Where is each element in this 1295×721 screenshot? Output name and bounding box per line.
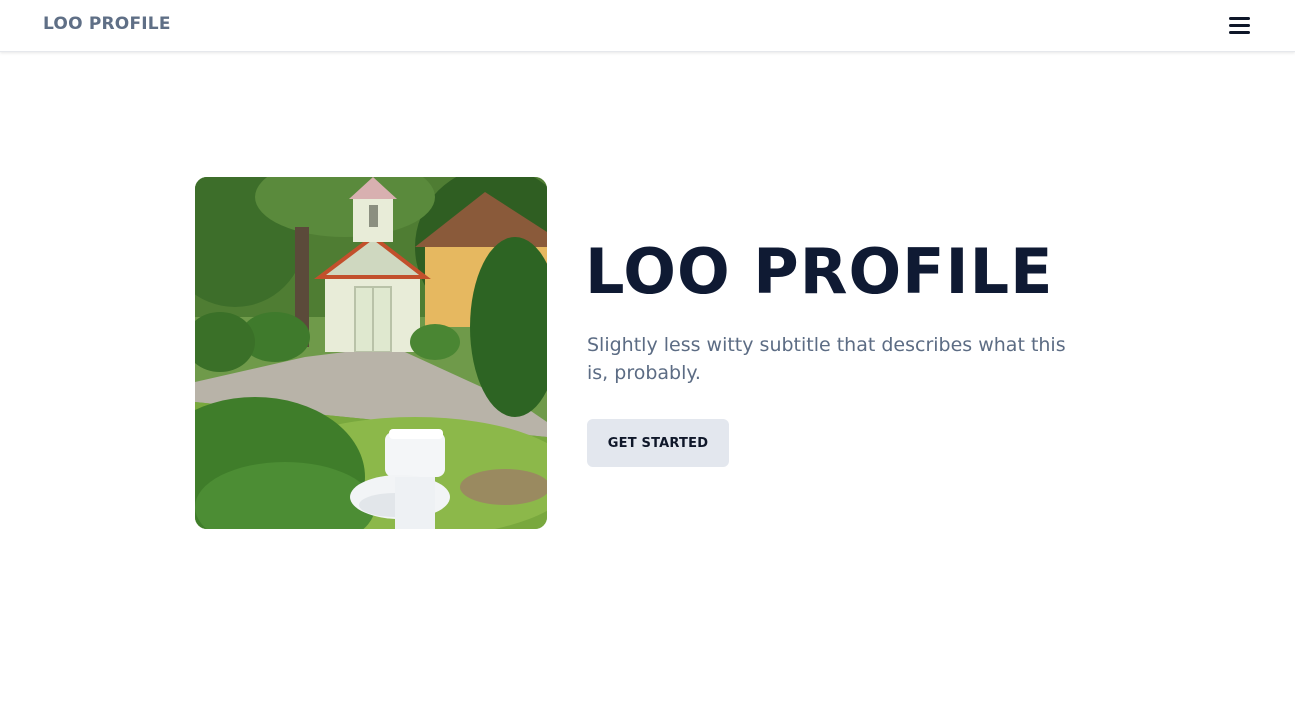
hamburger-menu-icon[interactable]: [1225, 13, 1253, 39]
hero-title: LOO PROFILE: [585, 235, 1054, 308]
top-navbar: LOO PROFILE: [0, 0, 1295, 52]
menu-bar: [1229, 24, 1250, 27]
hero-photo-illustration: [195, 177, 547, 529]
get-started-button[interactable]: GET STARTED: [587, 419, 729, 467]
menu-bar: [1229, 17, 1250, 20]
hero-image: [195, 177, 547, 529]
menu-bar: [1229, 31, 1250, 34]
brand-logo[interactable]: LOO PROFILE: [43, 13, 171, 35]
hero-subtitle: Slightly less witty subtitle that descri…: [587, 334, 1066, 384]
